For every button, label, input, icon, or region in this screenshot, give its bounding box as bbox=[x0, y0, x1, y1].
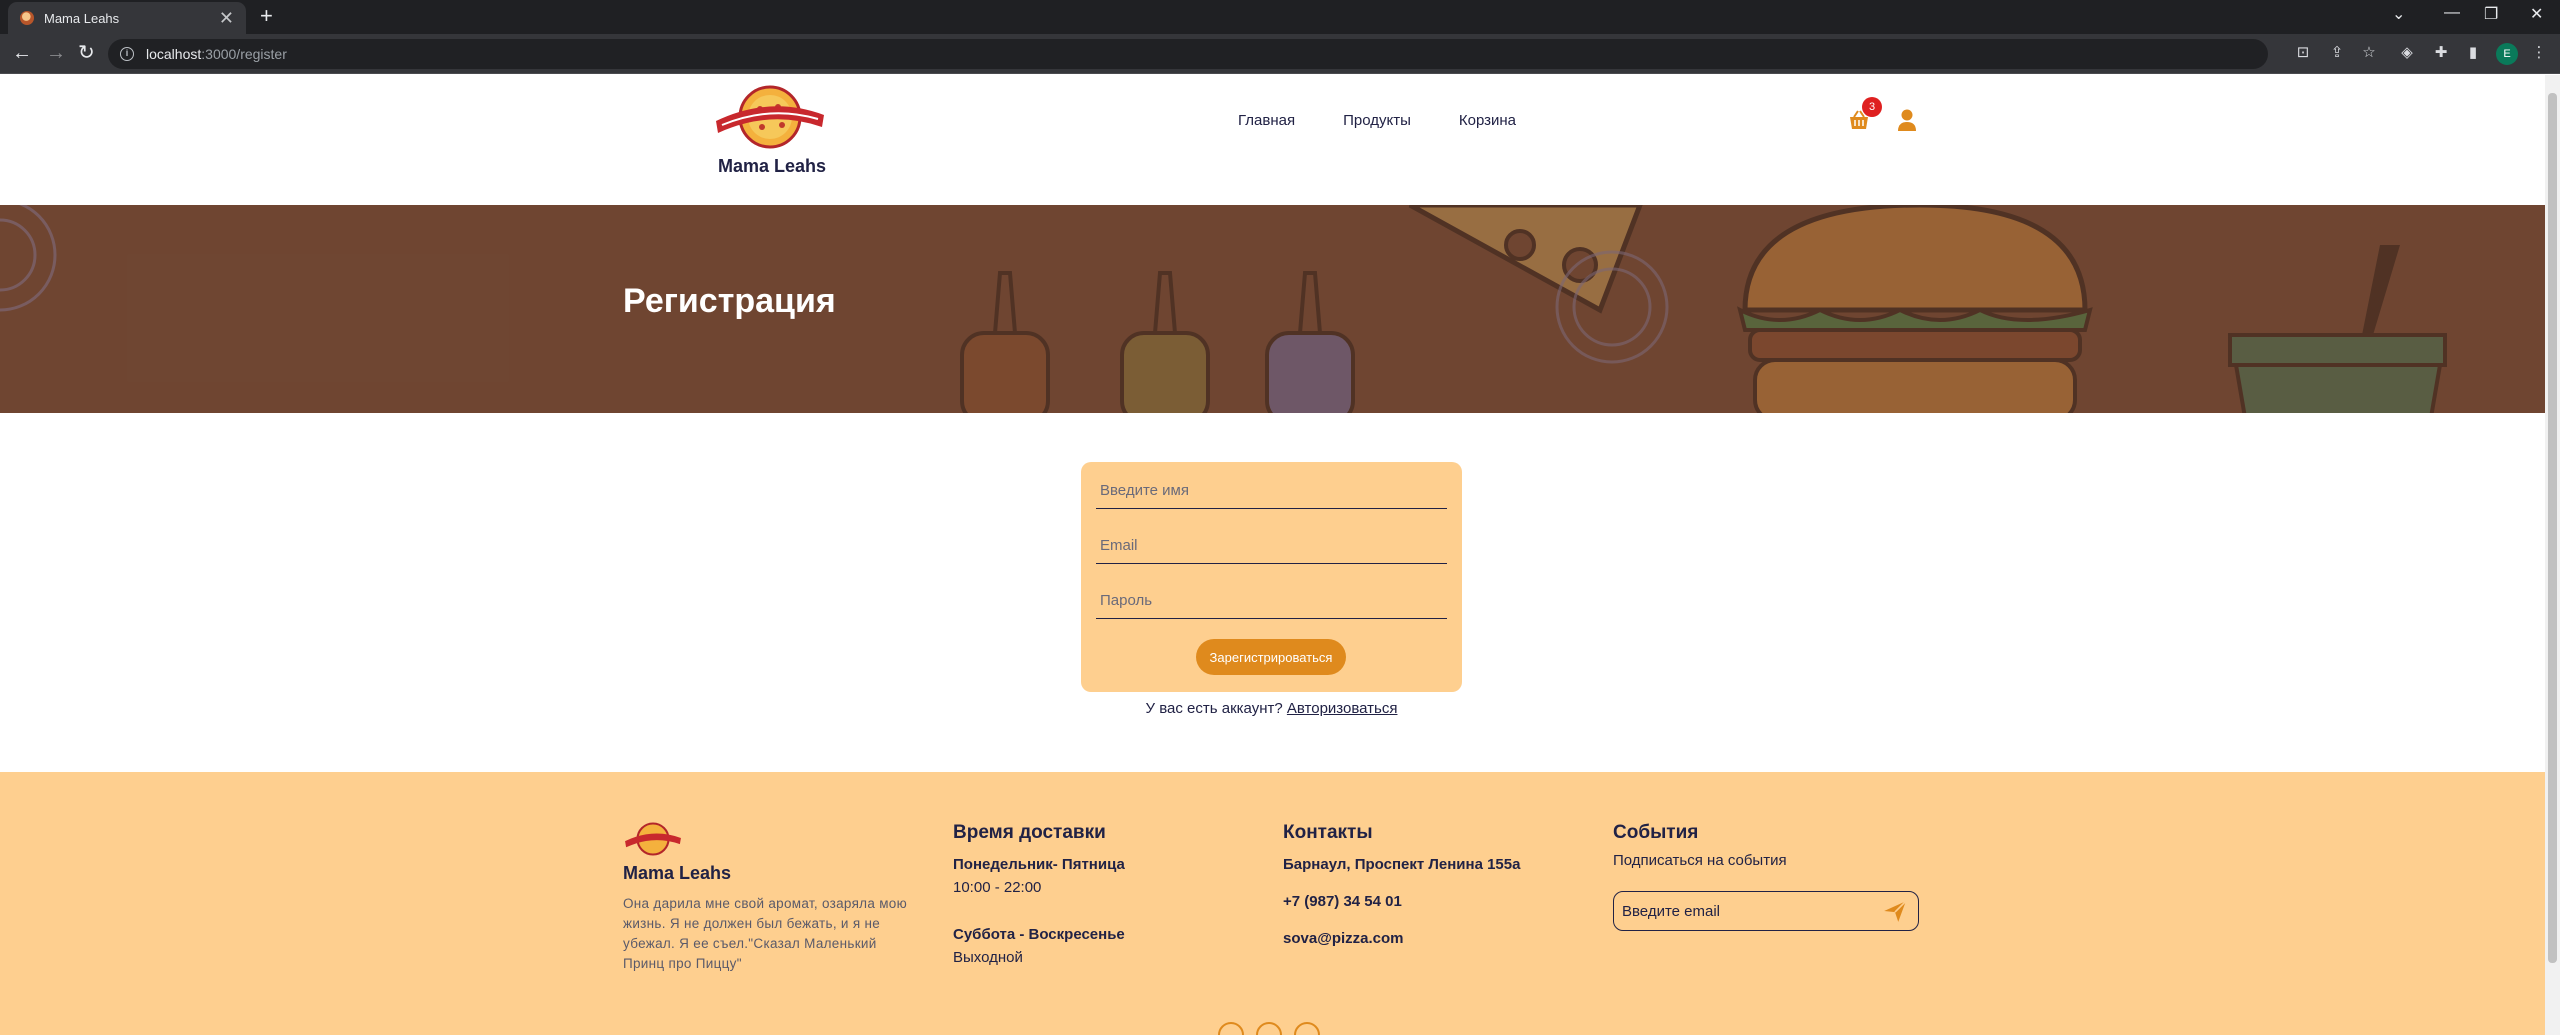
weekdays-hours: 10:00 - 22:00 bbox=[953, 879, 1042, 896]
main-nav: Главная Продукты Корзина bbox=[1238, 112, 1516, 129]
address-bar[interactable]: i localhost:3000/register bbox=[108, 39, 2268, 69]
register-button[interactable]: Зарегистрироваться bbox=[1196, 639, 1346, 675]
tab-search-icon[interactable]: ⌄ bbox=[2392, 4, 2405, 24]
contacts-column: Контакты Барнаул, Проспект Ленина 155а +… bbox=[1283, 822, 1520, 947]
x-twitter-icon[interactable] bbox=[1294, 1022, 1320, 1035]
shield-extension-icon[interactable]: ◈ bbox=[2398, 44, 2416, 62]
share-icon[interactable]: ⇪ bbox=[2328, 44, 2346, 62]
contact-address: Барнаул, Проспект Ленина 155а bbox=[1283, 856, 1521, 873]
profile-avatar[interactable]: E bbox=[2496, 43, 2518, 65]
youtube-icon[interactable] bbox=[1218, 1022, 1244, 1035]
weekdays-label: Понедельник- Пятница bbox=[953, 856, 1125, 873]
close-window-button[interactable]: ✕ bbox=[2530, 4, 2543, 24]
hero-banner: Регистрация bbox=[0, 205, 2545, 413]
side-panel-icon[interactable]: ▮ bbox=[2464, 44, 2482, 62]
login-prompt-text: У вас есть аккаунт? bbox=[1145, 700, 1283, 717]
forward-arrow-icon[interactable]: → bbox=[46, 42, 66, 64]
send-icon[interactable] bbox=[1882, 898, 1908, 924]
maximize-button[interactable]: ❐ bbox=[2484, 4, 2498, 24]
browser-tabbar: Mama Leahs ✕ + ⌄ — ❐ ✕ bbox=[0, 0, 2560, 34]
scrollbar-thumb[interactable] bbox=[2548, 93, 2557, 963]
reload-icon[interactable]: ↻ bbox=[78, 42, 95, 64]
logo-text: Mama Leahs bbox=[717, 156, 827, 176]
events-column: События Подписаться на события bbox=[1613, 822, 1787, 869]
register-form: Зарегистрироваться bbox=[1081, 462, 1462, 692]
name-field[interactable] bbox=[1096, 473, 1447, 509]
user-icon[interactable] bbox=[1897, 108, 1917, 132]
back-arrow-icon[interactable]: ← bbox=[12, 42, 32, 64]
delivery-column: Время доставки Понедельник- Пятница 10:0… bbox=[953, 822, 1125, 966]
tab-close-icon[interactable]: ✕ bbox=[219, 9, 234, 27]
browser-tab[interactable]: Mama Leahs ✕ bbox=[8, 2, 246, 34]
bookmark-star-icon[interactable]: ☆ bbox=[2360, 44, 2378, 62]
footer-brand: Mama Leahs Она дарила мне свой аромат, о… bbox=[623, 822, 913, 974]
delivery-title: Время доставки bbox=[953, 822, 1106, 843]
url-text: localhost:3000/register bbox=[146, 46, 287, 62]
weekend-label: Суббота - Воскресенье bbox=[953, 926, 1125, 943]
site-info-icon[interactable]: i bbox=[120, 47, 134, 61]
favicon-icon bbox=[20, 11, 34, 25]
subscribe-email-input[interactable] bbox=[1614, 902, 1882, 920]
nav-home[interactable]: Главная bbox=[1238, 112, 1295, 129]
logo-badge-icon bbox=[716, 85, 824, 149]
minimize-button[interactable]: — bbox=[2444, 4, 2460, 22]
menu-kebab-icon[interactable]: ⋮ bbox=[2530, 44, 2548, 62]
subscribe-box bbox=[1613, 891, 1919, 931]
page-scrollbar[interactable] bbox=[2545, 75, 2560, 1035]
nav-cart[interactable]: Корзина bbox=[1459, 112, 1516, 129]
events-title: События bbox=[1613, 822, 1699, 843]
social-links bbox=[1218, 1022, 1320, 1035]
password-field[interactable] bbox=[1096, 583, 1447, 619]
footer-brand-name: Mama Leahs bbox=[623, 863, 732, 883]
footer-description: Она дарила мне свой аромат, озаряла мою … bbox=[623, 896, 908, 971]
nav-products[interactable]: Продукты bbox=[1343, 112, 1411, 129]
page-viewport: Mama Leahs Главная Продукты Корзина 3 Ре… bbox=[0, 75, 2545, 1035]
events-subtitle: Подписаться на события bbox=[1613, 852, 1787, 869]
footer-logo-icon[interactable] bbox=[623, 822, 683, 856]
contacts-title: Контакты bbox=[1283, 822, 1373, 843]
email-field[interactable] bbox=[1096, 528, 1447, 564]
install-app-icon[interactable]: ⊡ bbox=[2294, 44, 2312, 62]
github-icon[interactable] bbox=[1256, 1022, 1282, 1035]
contact-email[interactable]: sova@pizza.com bbox=[1283, 930, 1520, 947]
login-prompt: У вас есть аккаунт? Авторизоваться bbox=[1081, 700, 1462, 717]
weekend-hours: Выходной bbox=[953, 949, 1023, 966]
site-footer: Mama Leahs Она дарила мне свой аромат, о… bbox=[0, 772, 2545, 1035]
hero-overlay bbox=[0, 205, 2545, 413]
browser-toolbar: ← → ↻ i localhost:3000/register ⊡ ⇪ ☆ ◈ … bbox=[0, 34, 2560, 74]
login-link[interactable]: Авторизоваться bbox=[1287, 700, 1398, 717]
site-header: Mama Leahs Главная Продукты Корзина 3 bbox=[0, 75, 2545, 205]
logo[interactable]: Mama Leahs bbox=[712, 85, 832, 177]
contact-phone[interactable]: +7 (987) 34 54 01 bbox=[1283, 893, 1520, 910]
new-tab-button[interactable]: + bbox=[260, 5, 273, 27]
extensions-puzzle-icon[interactable]: ✚ bbox=[2432, 44, 2450, 62]
tab-title: Mama Leahs bbox=[44, 10, 120, 26]
cart-count-badge: 3 bbox=[1862, 97, 1882, 117]
page-title: Регистрация bbox=[623, 282, 836, 320]
